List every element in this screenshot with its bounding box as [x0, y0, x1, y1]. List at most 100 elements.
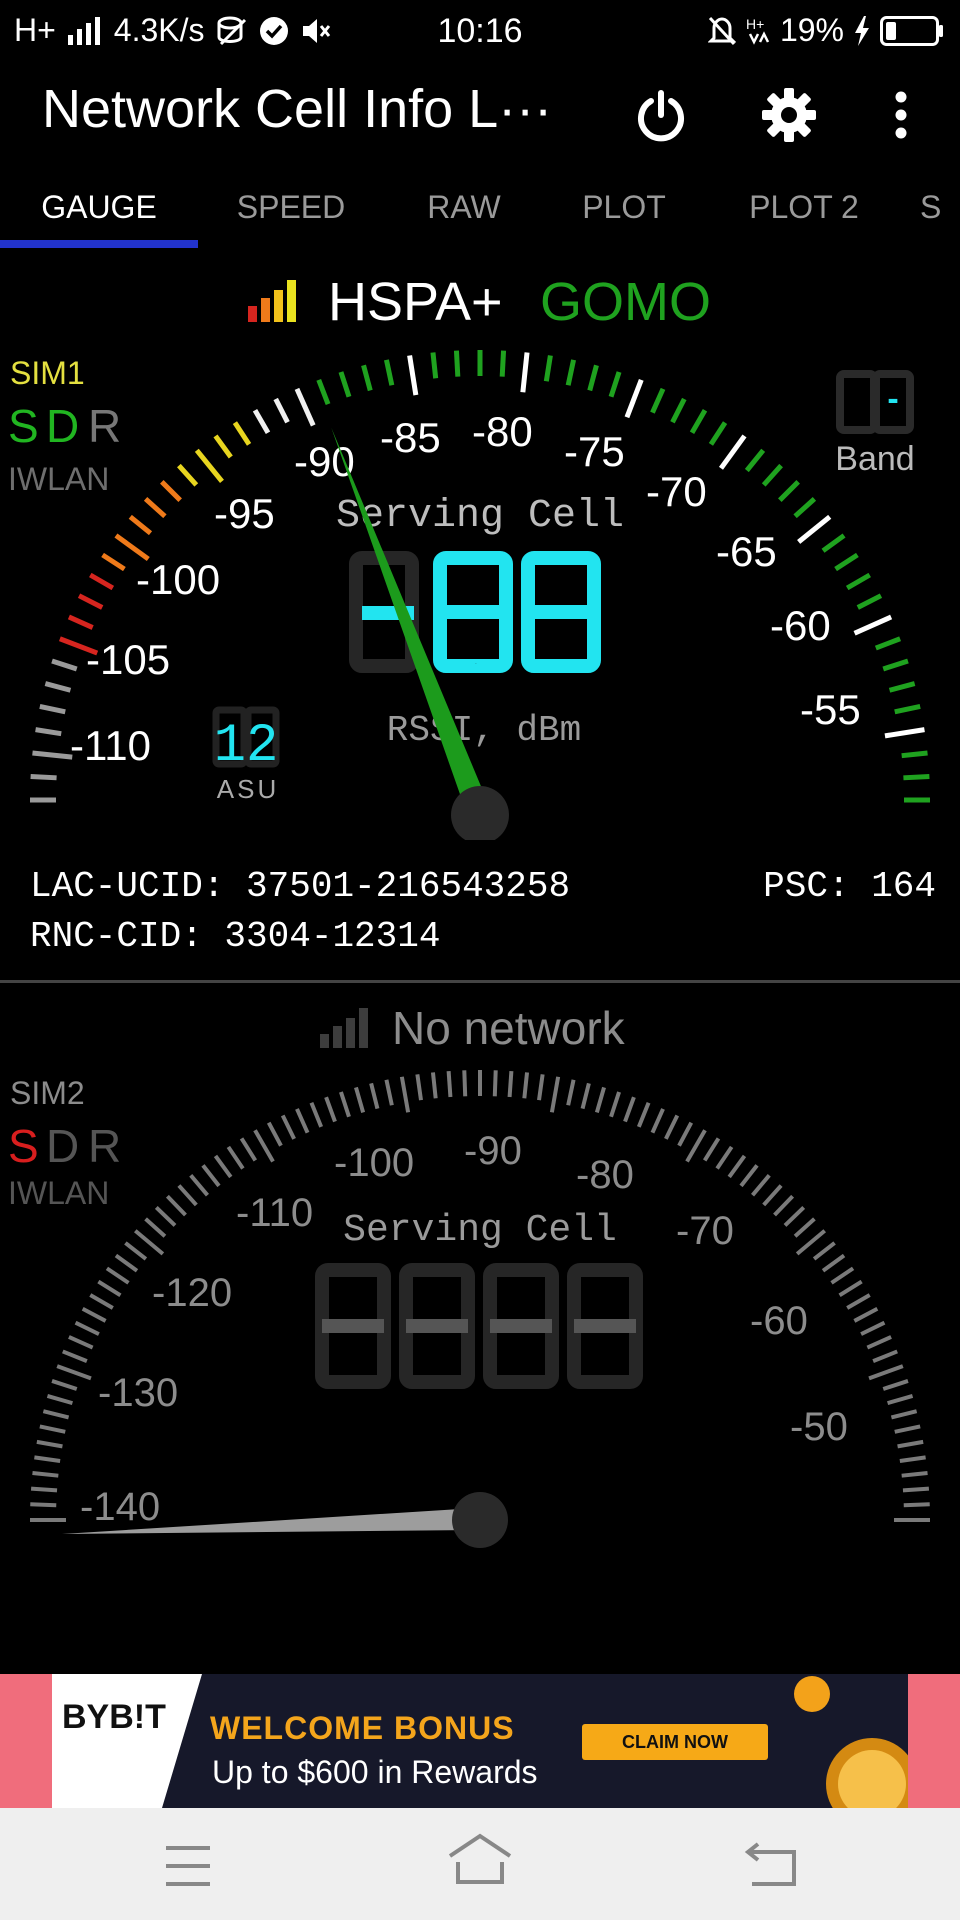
scale-tick	[338, 371, 352, 398]
menu-icon	[166, 1846, 210, 1886]
scale-tick	[34, 1455, 61, 1463]
sim1-letter-d: D	[46, 400, 79, 452]
tab-plot-2[interactable]: PLOT 2	[704, 178, 904, 254]
scale-tick	[677, 1121, 694, 1147]
sim2-letter-s: S	[8, 1120, 39, 1172]
scale-tick	[890, 1409, 918, 1420]
scale-tick	[44, 681, 72, 693]
scale-tick	[685, 1129, 707, 1163]
scale-label: -70	[676, 1209, 734, 1253]
sim1-unit: RSSI, dBm	[387, 710, 581, 751]
scale-tick	[67, 614, 94, 630]
tab-raw[interactable]: RAW	[384, 178, 544, 254]
scale-label: -140	[80, 1485, 160, 1529]
scale-tick	[609, 1091, 621, 1118]
scale-tick	[783, 1205, 806, 1227]
scale-tick	[894, 703, 921, 715]
scale-tick	[114, 1253, 139, 1273]
scale-label: -60	[770, 602, 831, 649]
scale-tick	[62, 1349, 88, 1364]
menu-button[interactable]	[150, 1838, 226, 1894]
scale-tick	[226, 1145, 245, 1170]
scale-tick	[232, 421, 252, 446]
scale-tick	[42, 1409, 70, 1420]
sim1-serving-cell-label: Serving Cell	[336, 494, 624, 539]
scale-tick	[778, 480, 800, 502]
sim2-gauge: No network SIM2 S D R IWLAN -140 -130 -1…	[8, 1002, 930, 1548]
scale-tick	[383, 359, 395, 386]
scale-tick	[399, 1076, 411, 1113]
scale-tick	[32, 1470, 59, 1478]
sim2-iwlan: IWLAN	[8, 1175, 109, 1211]
scale-label: -90	[294, 438, 355, 485]
back-icon	[744, 1842, 796, 1886]
tab-more[interactable]: S	[904, 178, 960, 254]
scale-tick	[154, 1205, 177, 1227]
scale-label: -85	[380, 414, 441, 461]
sim2-serving-cell-label: Serving Cell	[343, 1209, 617, 1252]
scale-tick	[830, 1266, 855, 1285]
power-button[interactable]	[626, 80, 696, 150]
ad-claim-button[interactable]: CLAIM NOW	[582, 1732, 768, 1753]
tab-speed[interactable]: SPEED	[198, 178, 384, 254]
scale-tick	[670, 397, 687, 424]
gear-icon	[762, 88, 816, 142]
scale-tick	[309, 1102, 324, 1128]
more-vert-icon	[895, 91, 907, 139]
ad-headline: WELCOME BONUS	[210, 1710, 515, 1746]
tab-gauge[interactable]: GAUGE	[0, 178, 198, 254]
sim2-letter-r: R	[88, 1120, 121, 1172]
tab-plot[interactable]: PLOT	[544, 178, 704, 254]
scale-tick	[860, 1320, 886, 1336]
scale-tick	[853, 1306, 879, 1323]
ad-content[interactable]: BYB!T WELCOME BONUS Up to $600 in Reward…	[52, 1674, 908, 1808]
scale-label: -95	[214, 490, 275, 537]
scale-tick	[189, 1173, 209, 1197]
scale-tick	[177, 463, 199, 487]
notifications-off-icon	[707, 16, 736, 45]
scale-label: -90	[464, 1129, 522, 1173]
scale-tick	[587, 364, 599, 392]
scale-tick	[821, 533, 846, 553]
home-button[interactable]	[442, 1830, 518, 1894]
scale-tick	[160, 480, 182, 502]
scale-tick	[650, 387, 666, 414]
back-button[interactable]	[734, 1838, 810, 1894]
scale-tick	[624, 378, 644, 419]
scale-tick	[124, 1241, 148, 1261]
scale-label: -70	[646, 468, 707, 515]
scale-tick	[727, 1154, 747, 1179]
scale-tick	[294, 387, 316, 427]
scale-tick	[902, 1486, 930, 1493]
scale-tick	[522, 1072, 530, 1099]
sim1-asu-label: ASU	[217, 774, 279, 804]
scale-tick	[773, 1194, 795, 1217]
ad-banner[interactable]: BYB!T WELCOME BONUS Up to $600 in Reward…	[0, 1674, 960, 1808]
scale-tick	[702, 1137, 721, 1162]
overflow-menu-button[interactable]	[866, 80, 936, 150]
ad-brand: BYB!T	[62, 1698, 166, 1736]
scale-tick	[901, 1470, 928, 1478]
scale-tick	[608, 371, 622, 398]
scale-tick	[295, 1108, 310, 1134]
scale-tick	[507, 1070, 514, 1098]
scale-tick	[718, 434, 747, 470]
scale-tick	[453, 350, 461, 377]
scale-tick	[324, 1096, 337, 1123]
settings-button[interactable]	[754, 80, 824, 150]
scale-tick	[430, 1072, 438, 1099]
sim1-asu-value: 12	[214, 716, 279, 777]
scale-tick	[354, 1086, 366, 1113]
sim1-iwlan: IWLAN	[8, 461, 109, 497]
scale-tick	[105, 1266, 130, 1285]
scale-tick	[853, 614, 893, 636]
scale-tick	[739, 1164, 759, 1188]
scale-tick	[89, 572, 115, 591]
scale-tick	[884, 727, 925, 739]
scale-tick	[866, 1335, 892, 1350]
scale-tick	[266, 1121, 283, 1147]
sim1-operator: GOMO	[540, 272, 711, 332]
scale-tick	[761, 463, 783, 487]
sim1-gauge: HSPA+ GOMO SIM1 S D R IWLAN - Band -110 …	[8, 272, 930, 840]
scale-tick	[708, 421, 728, 446]
